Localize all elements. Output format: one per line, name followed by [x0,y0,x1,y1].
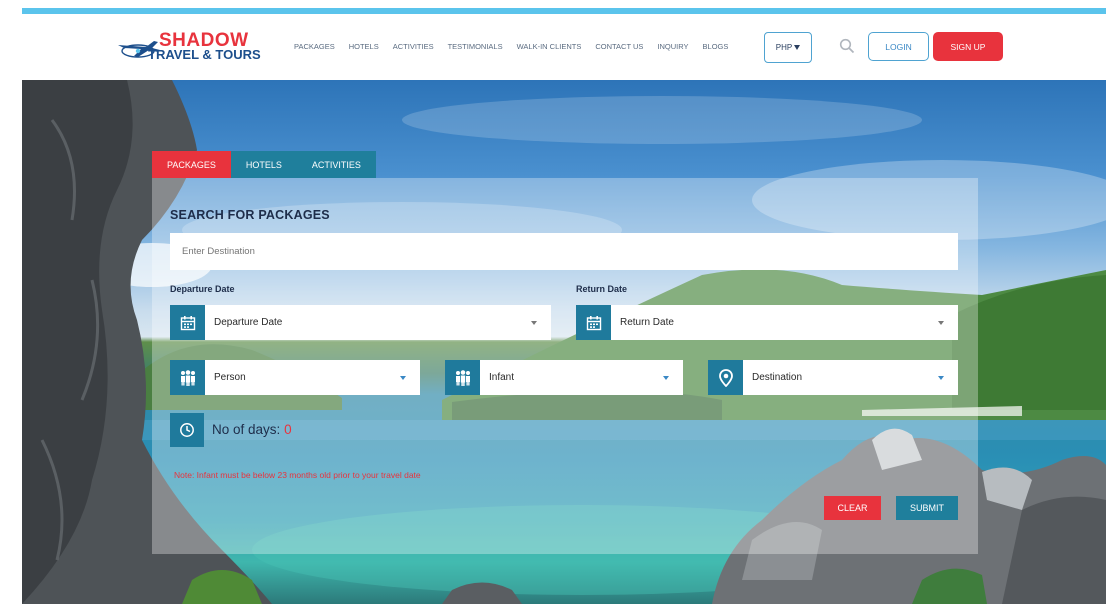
caret-down-icon [938,375,944,380]
brand-logo[interactable]: SHADOW TRAVEL & TOURS [116,31,276,65]
clear-button[interactable]: CLEAR [824,496,881,520]
caret-down-icon [794,45,801,50]
destination-select[interactable]: Destination [708,360,958,395]
departure-date-label: Departure Date [170,284,235,294]
search-panel: SEARCH FOR PACKAGES Departure Date Retur… [152,178,978,554]
search-tabs: PACKAGES HOTELS ACTIVITIES [152,151,376,178]
submit-button[interactable]: SUBMIT [896,496,958,520]
infant-note: Note: Infant must be below 23 months old… [174,470,421,480]
currency-select[interactable]: PHP [764,32,812,63]
location-pin-icon [708,360,743,395]
departure-date-value: Departure Date [214,317,283,328]
tab-activities[interactable]: ACTIVITIES [296,151,376,178]
people-icon [445,360,480,395]
caret-down-icon [938,320,944,325]
nav-contact-us[interactable]: CONTACT US [595,42,643,51]
tab-hotels[interactable]: HOTELS [230,151,297,178]
nav-hotels[interactable]: HOTELS [349,42,379,51]
return-date-select[interactable]: Return Date [576,305,958,340]
return-date-value: Return Date [620,317,674,328]
destination-value: Destination [752,372,803,383]
person-value: Person [214,372,246,383]
panel-title: SEARCH FOR PACKAGES [170,208,330,222]
main-nav: PACKAGES HOTELS ACTIVITIES TESTIMONIALS … [294,42,742,51]
tab-packages[interactable]: PACKAGES [152,151,231,178]
brand-subtitle: TRAVEL & TOURS [148,47,261,62]
signup-button[interactable]: SIGN UP [933,32,1003,61]
caret-down-icon [663,375,669,380]
nav-inquiry[interactable]: INQUIRY [657,42,688,51]
calendar-icon [170,305,205,340]
infant-value: Infant [489,372,515,383]
destination-search-input[interactable] [170,233,958,270]
currency-value: PHP [775,43,793,52]
person-select[interactable]: Person [170,360,420,395]
infant-select[interactable]: Infant [445,360,683,395]
clock-icon [170,413,204,447]
page: SHADOW TRAVEL & TOURS PACKAGES HOTELS AC… [22,0,1106,604]
calendar-icon [576,305,611,340]
site-header: SHADOW TRAVEL & TOURS PACKAGES HOTELS AC… [22,14,1106,80]
days-label: No of days: [212,422,281,437]
nav-blogs[interactable]: BLOGS [703,42,729,51]
departure-date-select[interactable]: Departure Date [170,305,551,340]
people-icon [170,360,205,395]
days-display: No of days: 0 [212,422,292,437]
return-date-label: Return Date [576,284,628,294]
days-value: 0 [284,422,292,437]
hero-banner: PACKAGES HOTELS ACTIVITIES SEARCH FOR PA… [22,80,1106,604]
nav-walk-in-clients[interactable]: WALK-IN CLIENTS [517,42,582,51]
login-button[interactable]: LOGIN [868,32,929,61]
nav-testimonials[interactable]: TESTIMONIALS [448,42,503,51]
search-icon[interactable] [839,38,855,54]
nav-activities[interactable]: ACTIVITIES [393,42,434,51]
caret-down-icon [531,320,537,325]
nav-packages[interactable]: PACKAGES [294,42,335,51]
caret-down-icon [400,375,406,380]
